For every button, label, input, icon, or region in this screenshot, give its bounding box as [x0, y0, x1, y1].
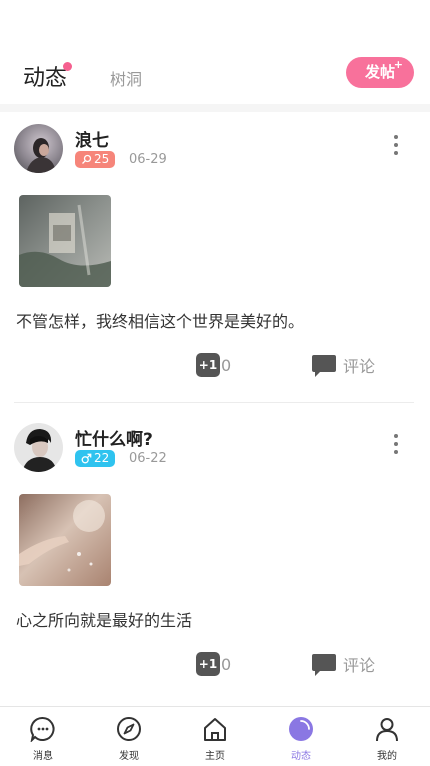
nav-label: 动态 [291, 751, 311, 762]
top-header: 动态 树洞 发帖 + [0, 0, 430, 104]
notification-dot [63, 62, 72, 71]
age-label: 22 [94, 451, 110, 465]
feed-post: 忙什么啊? 22 06-22 心之所向就是最好的生活 +1 0 评论 [0, 411, 430, 701]
post-text: 不管怎样，我终相信这个世界是美好的。 [16, 312, 305, 331]
post-image[interactable] [19, 494, 111, 586]
nav-home[interactable]: 主页 [172, 707, 258, 766]
comment-icon [312, 654, 336, 676]
nav-messages[interactable]: 消息 [0, 707, 86, 766]
comment-icon [312, 355, 336, 377]
comment-label: 评论 [343, 357, 376, 376]
age-label: 25 [94, 152, 110, 166]
comment-button[interactable]: 评论 [311, 352, 375, 378]
nav-discover[interactable]: 发现 [86, 707, 172, 766]
post-image[interactable] [19, 195, 111, 287]
comment-label: 评论 [343, 656, 376, 675]
male-icon [81, 453, 92, 464]
like-count: 0 [221, 355, 232, 375]
bottom-nav: 消息 发现 主页 动态 我的 [0, 706, 430, 766]
gender-age-badge: 22 [75, 450, 116, 467]
nav-label: 发现 [119, 751, 139, 762]
home-icon [204, 718, 226, 741]
avatar[interactable] [14, 124, 63, 173]
plus-one-icon: +1 [196, 353, 220, 377]
nav-feed[interactable]: 动态 [258, 707, 344, 766]
new-post-button[interactable]: 发帖 + [346, 57, 414, 88]
plus-one-icon: +1 [196, 652, 220, 676]
tab-tree-hole[interactable]: 树洞 [110, 66, 142, 90]
post-text: 心之所向就是最好的生活 [16, 611, 193, 630]
compass-icon [117, 717, 141, 741]
nav-label: 消息 [33, 751, 53, 762]
like-count: 0 [221, 654, 232, 674]
tab-feed[interactable]: 动态 [23, 60, 67, 92]
new-post-label: 发帖 [364, 63, 395, 81]
nav-label: 我的 [377, 751, 397, 762]
more-options-icon[interactable] [389, 135, 403, 159]
comment-button[interactable]: 评论 [311, 651, 375, 677]
post-date: 06-29 [129, 152, 167, 167]
plus-icon: + [393, 58, 403, 71]
like-button[interactable]: +1 0 [196, 353, 231, 377]
header-separator [0, 104, 430, 112]
female-icon [82, 154, 92, 164]
nav-label: 主页 [205, 751, 225, 762]
more-options-icon[interactable] [389, 434, 403, 458]
avatar[interactable] [14, 423, 63, 472]
message-icon [30, 716, 55, 742]
post-divider [14, 402, 414, 403]
gender-age-badge: 25 [75, 151, 116, 168]
post-date: 06-22 [129, 451, 167, 466]
post-username[interactable]: 浪七 [75, 126, 109, 151]
like-button[interactable]: +1 0 [196, 652, 231, 676]
feed-icon [289, 717, 313, 741]
feed-post: 浪七 25 06-29 不管怎样，我终相信这个世界是美好的。 +1 0 评论 [0, 112, 430, 403]
nav-profile[interactable]: 我的 [344, 707, 430, 766]
post-username[interactable]: 忙什么啊? [75, 425, 153, 450]
user-icon [376, 718, 398, 742]
